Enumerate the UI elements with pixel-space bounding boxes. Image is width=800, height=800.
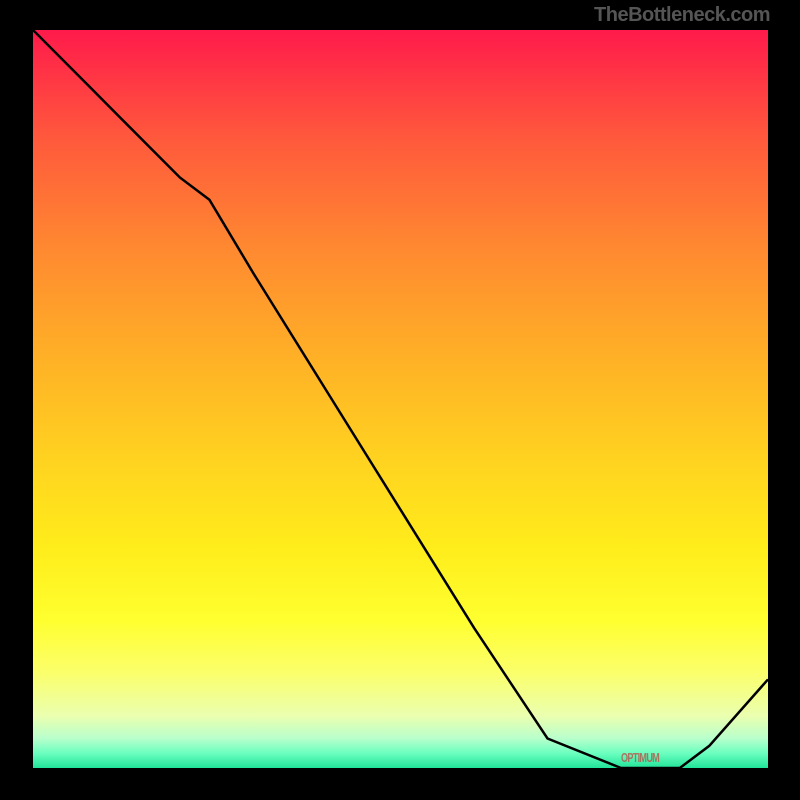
attribution-text: TheBottleneck.com (594, 4, 770, 27)
plot-area: OPTIMUM (33, 30, 768, 768)
chart-frame: TheBottleneck.com OPTIMUM (0, 0, 800, 800)
optimum-label: OPTIMUM (621, 750, 659, 765)
bottleneck-line (33, 30, 768, 768)
